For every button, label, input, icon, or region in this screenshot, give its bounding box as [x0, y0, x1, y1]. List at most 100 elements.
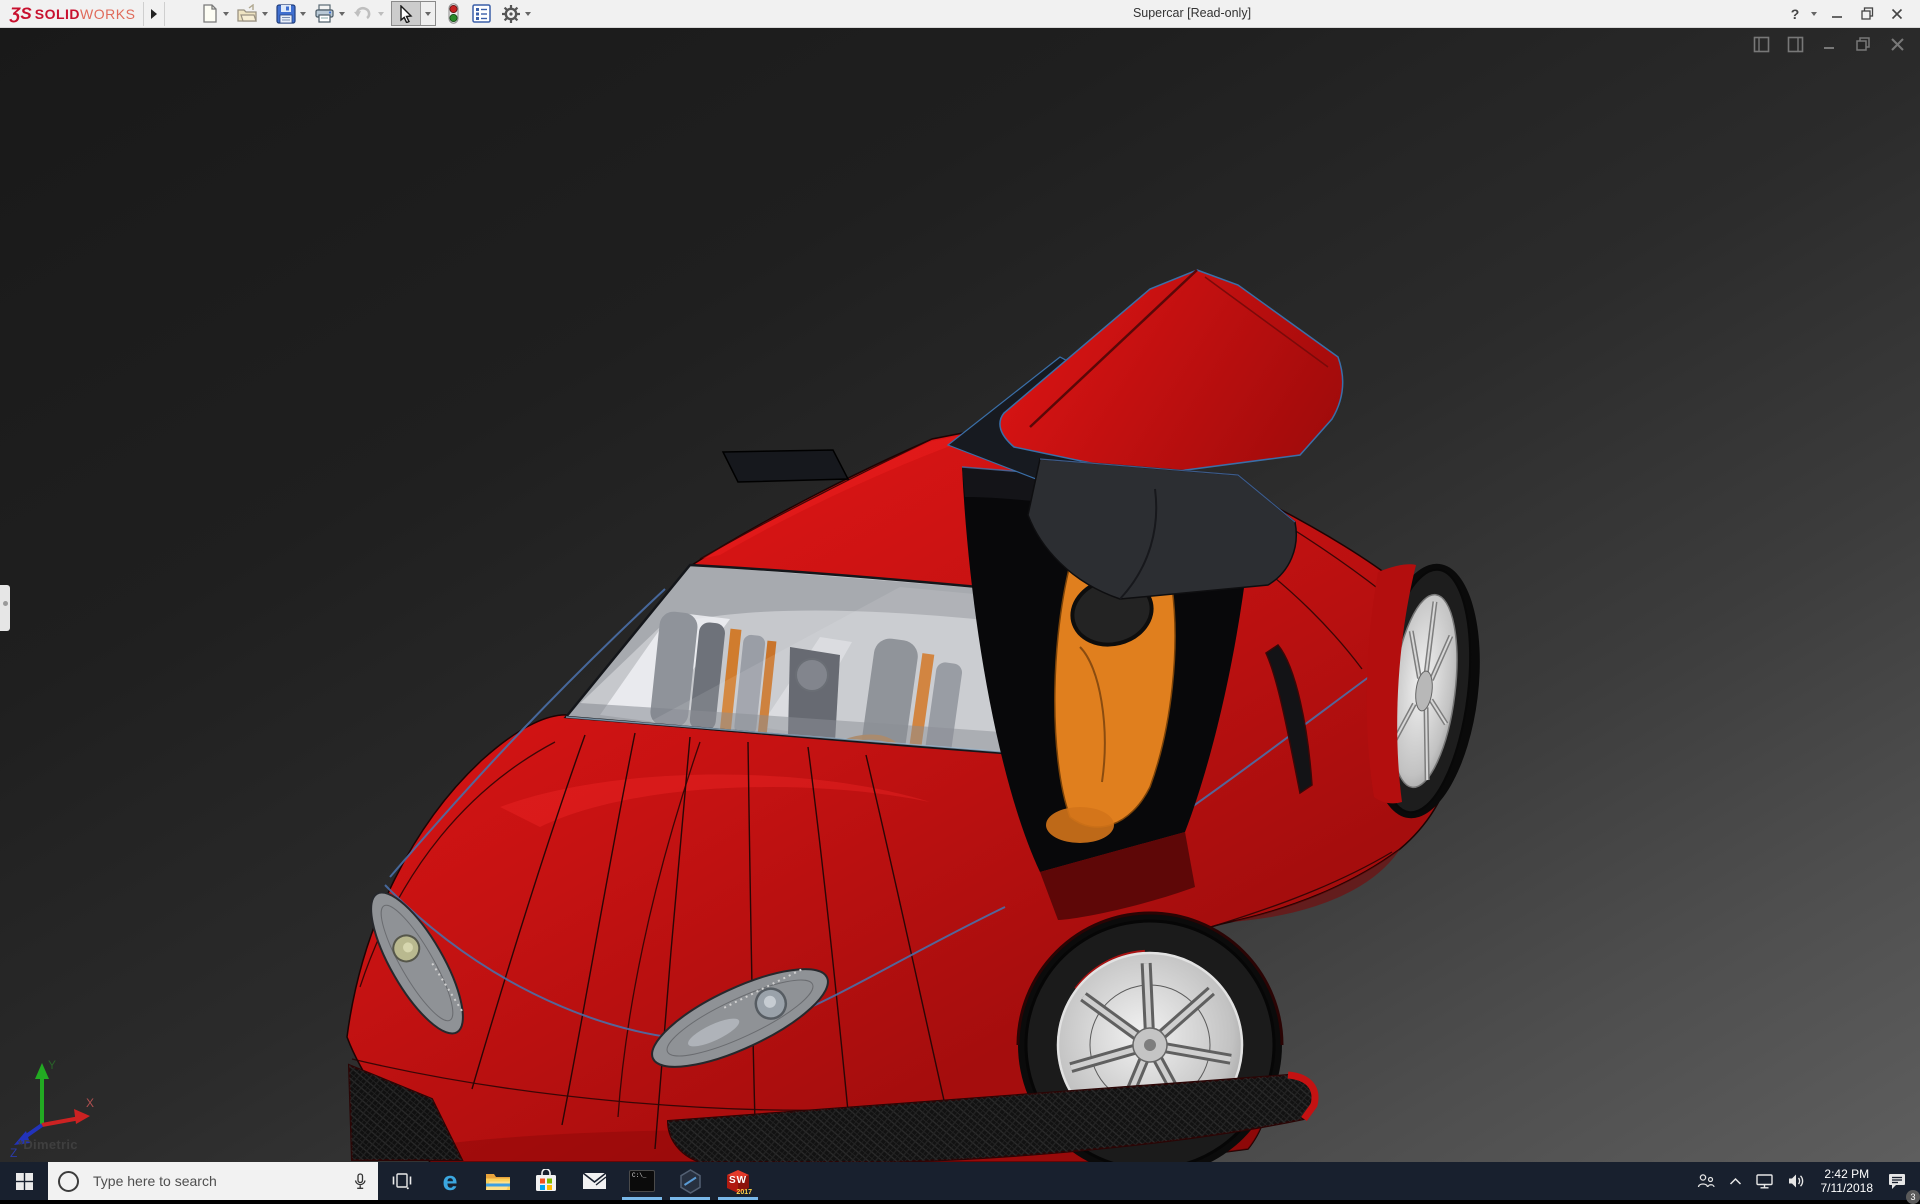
- y-axis-label: Y: [48, 1058, 56, 1072]
- z-axis-label: Z: [10, 1146, 17, 1159]
- solidworks-logo-glyph: ƷS: [10, 4, 32, 24]
- close-icon: [1891, 8, 1903, 20]
- print-icon: [314, 4, 335, 23]
- task-view-icon: [392, 1172, 412, 1190]
- people-button[interactable]: [1690, 1162, 1722, 1200]
- microphone-icon[interactable]: [352, 1173, 368, 1190]
- volume-button[interactable]: [1781, 1162, 1813, 1200]
- solidworks-logo: ƷS SOLID WORKS: [0, 4, 143, 24]
- network-icon: [1756, 1173, 1774, 1189]
- roof-panel[interactable]: [723, 450, 848, 482]
- print-dropdown[interactable]: [339, 12, 345, 16]
- save-button[interactable]: [273, 2, 299, 26]
- file-properties-button[interactable]: [469, 2, 494, 26]
- file-properties-icon: [472, 4, 491, 23]
- select-caret-icon: [425, 12, 431, 16]
- taskbar-item-edge[interactable]: e: [426, 1162, 474, 1200]
- tab-grip-dot: [3, 601, 8, 606]
- solidworks-2017-icon: SW 2017: [724, 1167, 752, 1195]
- new-document-dropdown[interactable]: [223, 12, 229, 16]
- minimize-icon: [1831, 8, 1843, 20]
- select-tool-group: [391, 1, 436, 26]
- rebuild-button[interactable]: [444, 2, 463, 26]
- undo-button[interactable]: [350, 2, 377, 26]
- chevron-up-icon: [1729, 1177, 1742, 1186]
- help-dropdown[interactable]: [1811, 12, 1817, 16]
- solidworks-logo-light: WORKS: [80, 6, 135, 22]
- doc-close-button[interactable]: [1888, 35, 1906, 53]
- document-window-controls: [1752, 35, 1906, 53]
- graphics-area[interactable]: X Y Z *Dimetric: [0, 27, 1920, 1162]
- menu-flyout-button[interactable]: [143, 2, 165, 26]
- cortana-icon: [58, 1171, 79, 1192]
- taskbar-item-file-explorer[interactable]: [474, 1162, 522, 1200]
- action-center-button[interactable]: 3: [1881, 1162, 1914, 1200]
- search-input[interactable]: [91, 1172, 352, 1190]
- solidworks-year: 2017: [736, 1189, 752, 1196]
- tray-overflow-button[interactable]: [1722, 1162, 1749, 1200]
- restore-button[interactable]: [1852, 2, 1882, 26]
- feature-tree-collapsed-tab[interactable]: [0, 585, 10, 631]
- open-dropdown[interactable]: [262, 12, 268, 16]
- featuremanager-pane-button[interactable]: [1752, 35, 1770, 53]
- command-prompt-label: C:\_: [632, 1172, 646, 1179]
- people-icon: [1697, 1173, 1715, 1189]
- print-button[interactable]: [311, 2, 338, 26]
- command-prompt-icon: C:\_: [629, 1170, 655, 1192]
- clock-date: 7/11/2018: [1821, 1181, 1874, 1195]
- doc-restore-button[interactable]: [1854, 35, 1872, 53]
- select-tool-dropdown[interactable]: [420, 2, 435, 25]
- minimize-button[interactable]: [1822, 2, 1852, 26]
- taskbar-item-hexagon-app[interactable]: [666, 1162, 714, 1200]
- flyout-arrow-icon: [151, 9, 157, 19]
- start-button[interactable]: [0, 1162, 48, 1200]
- windows-logo-icon: [16, 1173, 33, 1190]
- quick-access-toolbar: [197, 1, 536, 26]
- notification-badge: 3: [1906, 1190, 1920, 1204]
- help-button[interactable]: ?: [1780, 2, 1810, 26]
- system-tray: 2:42 PM 7/11/2018 3: [1690, 1162, 1920, 1200]
- taskbar-item-command-prompt[interactable]: C:\_: [618, 1162, 666, 1200]
- traffic-light-icon: [447, 3, 460, 24]
- clock-time: 2:42 PM: [1821, 1167, 1874, 1181]
- taskbar-search[interactable]: [48, 1162, 378, 1200]
- undo-dropdown[interactable]: [378, 12, 384, 16]
- taskbar-item-store[interactable]: [522, 1162, 570, 1200]
- select-tool-button[interactable]: [392, 2, 420, 25]
- save-dropdown[interactable]: [300, 12, 306, 16]
- hexagon-app-icon: [678, 1169, 703, 1194]
- document-title: Supercar [Read-only]: [1133, 6, 1251, 20]
- select-cursor-icon: [398, 5, 414, 23]
- y-axis-arrow: [35, 1063, 49, 1079]
- taskbar-item-mail[interactable]: [570, 1162, 618, 1200]
- undo-icon: [353, 5, 374, 23]
- clock[interactable]: 2:42 PM 7/11/2018: [1813, 1167, 1882, 1195]
- restore-icon: [1861, 7, 1874, 20]
- x-axis-arrow: [74, 1109, 90, 1124]
- options-gear-icon: [501, 4, 521, 24]
- save-icon: [276, 4, 296, 24]
- speaker-icon: [1788, 1173, 1806, 1189]
- display-pane-button[interactable]: [1786, 35, 1804, 53]
- doc-minimize-button[interactable]: [1820, 35, 1838, 53]
- options-dropdown[interactable]: [525, 12, 531, 16]
- mail-icon: [582, 1172, 607, 1190]
- x-axis-label: X: [86, 1096, 94, 1110]
- car-model[interactable]: [0, 27, 1920, 1162]
- title-bar: ƷS SOLID WORKS: [0, 0, 1920, 28]
- store-icon: [535, 1169, 557, 1193]
- close-button[interactable]: [1882, 2, 1912, 26]
- network-button[interactable]: [1749, 1162, 1781, 1200]
- action-center-icon: [1888, 1173, 1907, 1190]
- new-document-icon: [200, 4, 219, 23]
- edge-icon: e: [442, 1168, 457, 1195]
- new-document-button[interactable]: [197, 2, 222, 26]
- open-icon: [237, 4, 258, 23]
- solidworks-letters: SW: [724, 1175, 752, 1186]
- file-explorer-icon: [485, 1171, 511, 1192]
- options-button[interactable]: [498, 2, 524, 26]
- open-button[interactable]: [234, 2, 261, 26]
- task-view-button[interactable]: [378, 1162, 426, 1200]
- window-controls: ?: [1780, 2, 1920, 26]
- taskbar-item-solidworks[interactable]: SW 2017: [714, 1162, 762, 1200]
